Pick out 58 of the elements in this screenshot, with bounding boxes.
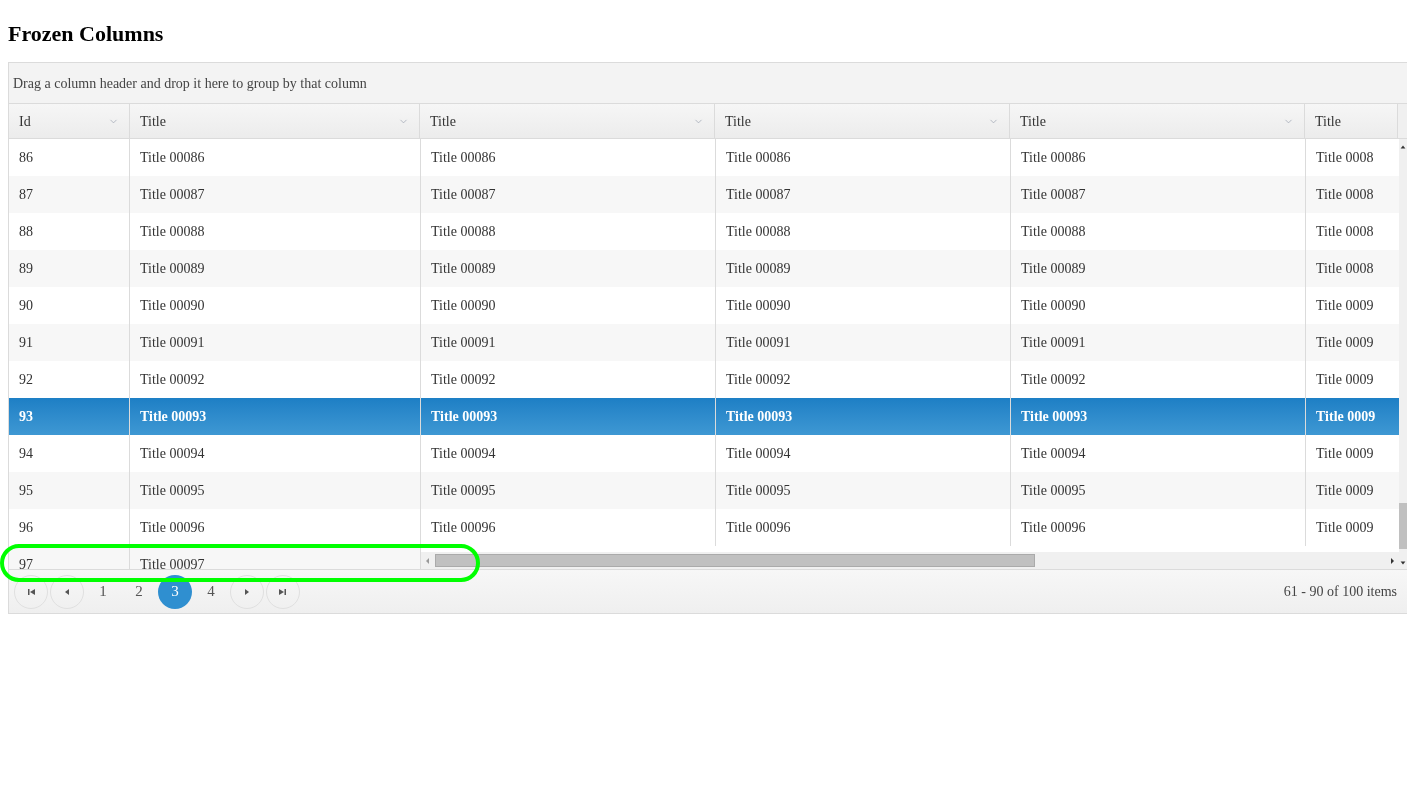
table-cell-text: Title 0008 (1315, 223, 1375, 241)
vertical-scrollbar[interactable] (1399, 139, 1407, 569)
table-row[interactable]: 89 Title 00089 (9, 250, 420, 287)
table-cell-text: Title 00089 (139, 260, 206, 278)
table-cell-text: Title 00086 (139, 149, 206, 167)
column-header[interactable]: Id (9, 104, 130, 139)
table-cell-text: Title 0009 (1315, 334, 1375, 352)
column-header[interactable]: Title (130, 104, 420, 139)
table-cell-text: Title 0009 (1315, 297, 1375, 315)
table-cell-text: Title 00088 (139, 223, 206, 241)
scrollbar-thumb[interactable] (1399, 503, 1407, 549)
pager-info: 61 - 90 of 100 items (1283, 583, 1397, 601)
column-header[interactable]: Title (1305, 104, 1398, 139)
table-cell-text: Title 00095 (139, 482, 206, 500)
table-cell-text: Title 0009 (1315, 519, 1375, 537)
column-header[interactable]: Title (420, 104, 715, 139)
page-number[interactable]: 2 (122, 574, 156, 609)
page-title: Frozen Columns (8, 20, 164, 48)
table-cell-text: Title 00097 (139, 556, 206, 569)
table-cell-text: Title 0009 (1315, 371, 1375, 389)
page-number[interactable]: 4 (194, 574, 228, 609)
table-cell-text: Title 0008 (1315, 149, 1375, 167)
table-row[interactable]: Title 00087 Title 00087 Title 00087 Title 0008 (421, 176, 1399, 213)
column-header[interactable]: Title (715, 104, 1010, 139)
table-cell-text: Title 0008 (1315, 260, 1375, 278)
table-cell-text: Title 0009 (1315, 445, 1375, 463)
table-cell-text: Title 0009 (1315, 482, 1375, 500)
skip-arrow-icon (278, 586, 288, 597)
table-cell-text: Title 00091 (139, 334, 206, 352)
table-cell: Title 00096 (421, 509, 716, 546)
skip-arrow-icon (26, 586, 36, 597)
table-cell-text: Title 00093 (139, 408, 208, 426)
table-cell-text: Title 00092 (139, 371, 206, 389)
horizontal-scrollbar[interactable] (421, 552, 1399, 569)
table-row[interactable]: Title 00089 Title 00089 Title 00089 Title 0008 (421, 250, 1399, 287)
column-header[interactable]: Title (1010, 104, 1305, 139)
scroll-down-icon[interactable] (1399, 559, 1407, 567)
table-cell-text: Title 0008 (1315, 186, 1375, 204)
table-row[interactable]: 87 Title 00087 (9, 176, 420, 213)
table-cell: Title 00096 (1011, 509, 1306, 546)
group-hint: Drag a column header and drop it here to group by that column (13, 74, 367, 93)
table-cell-text: Title 00094 (139, 445, 206, 463)
table-cell-text: Title 0009 (1315, 408, 1377, 426)
scroll-up-icon[interactable] (1399, 143, 1407, 151)
table-row[interactable]: Title 00091 Title 00091 Title 00091 Title 0009 (421, 324, 1399, 361)
scrollbar-thumb[interactable] (435, 554, 1035, 567)
table-cell-text: Title 00087 (139, 186, 206, 204)
table-row[interactable]: 93 Title 00093 (9, 398, 420, 435)
table-row[interactable]: 97 Title 00097 (9, 546, 420, 569)
table-row[interactable]: 91 Title 00091 (9, 324, 420, 361)
table-cell-text: Title 00090 (139, 297, 206, 315)
table-row[interactable]: Title 00093 Title 00093 Title 00093 Title 0009 (421, 398, 1399, 435)
table-cell-text: Title 00096 (139, 519, 206, 537)
table-row[interactable]: 95 Title 00095 (9, 472, 420, 509)
table-cell: 96 (9, 509, 130, 546)
table-cell: Title 00096 (716, 509, 1011, 546)
page-number[interactable]: 1 (86, 574, 120, 609)
table-row[interactable]: Title 00095 Title 00095 Title 00095 Title 0009 (421, 472, 1399, 509)
